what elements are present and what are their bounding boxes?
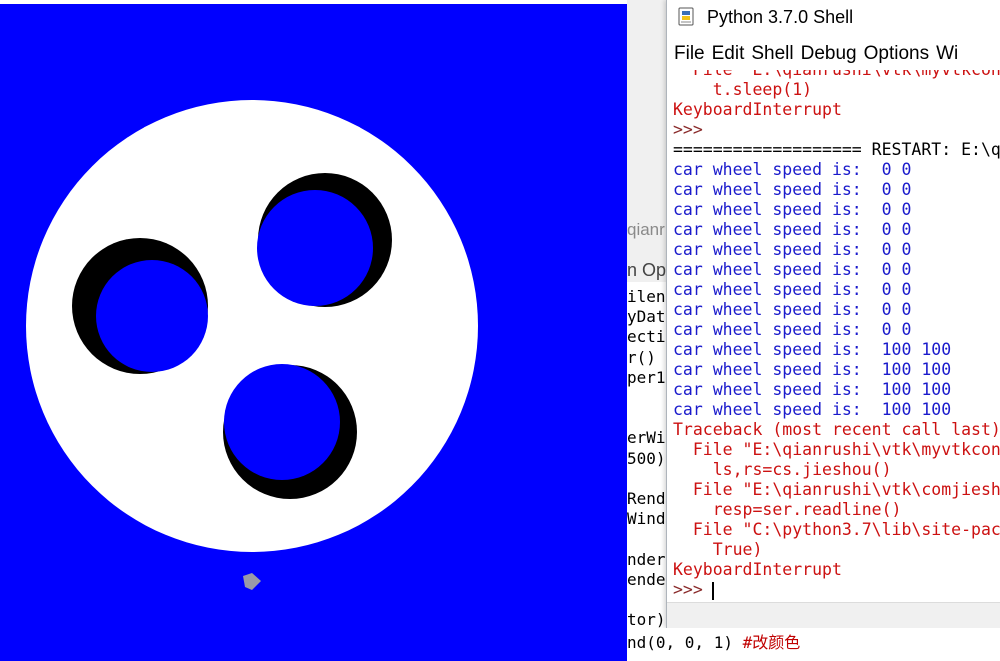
hole-top	[257, 190, 373, 306]
shell-output-line: >>>	[673, 580, 713, 599]
editor-code-line: ende	[627, 569, 666, 589]
shell-output-line: car wheel speed is: 100 100	[673, 360, 952, 379]
python-app-icon	[678, 7, 694, 26]
editor-code-line: yDat	[627, 307, 666, 327]
editor-code-line: r()	[627, 347, 656, 367]
shell-titlebar[interactable]: Python 3.7.0 Shell	[667, 0, 1000, 36]
shell-output-line: KeyboardInterrupt	[673, 100, 842, 119]
menu-file[interactable]: File	[674, 43, 705, 64]
shell-output-line: car wheel speed is: 100 100	[673, 400, 952, 419]
shell-output-line: File "E:\qianrushi\vtk\myvtkcon	[673, 70, 1000, 80]
editor-code-line: Wind	[627, 509, 666, 529]
menu-edit[interactable]: Edit	[712, 43, 745, 64]
shell-title: Python 3.7.0 Shell	[707, 7, 854, 27]
shell-output-line: car wheel speed is: 0 0	[673, 240, 912, 259]
editor-code-line: nder	[627, 549, 666, 569]
shell-output-line: car wheel speed is: 100 100	[673, 340, 952, 359]
editor-menu[interactable]: n Op	[627, 260, 666, 281]
editor-code-line: ilen	[627, 287, 666, 306]
python-shell-window[interactable]: Python 3.7.0 Shell File Edit Shell Debug Opt…	[666, 0, 1000, 628]
shell-output-line: car wheel speed is: 0 0	[673, 280, 912, 299]
editor-code-line: 500)	[627, 448, 666, 468]
editor-code-line: erWi	[627, 428, 666, 448]
shell-output-line: car wheel speed is: 0 0	[673, 160, 912, 179]
shell-output-line: car wheel speed is: 0 0	[673, 320, 912, 339]
shell-output-line: File "C:\python3.7\lib\site-pac	[673, 520, 1000, 539]
shell-output-line: =================== RESTART: E:\q	[673, 140, 1000, 159]
editor-code-last-line: nd(0, 0, 1) #改颜色	[627, 633, 801, 652]
shell-output-line: resp=ser.readline()	[673, 500, 902, 519]
text-cursor	[712, 582, 714, 600]
render-window[interactable]	[0, 0, 627, 661]
shell-menubar[interactable]: File Edit Shell Debug Options Wi	[667, 40, 1000, 68]
shell-output-line: True)	[673, 540, 763, 559]
shell-output-line: t.sleep(1)	[673, 80, 813, 99]
menu-wi[interactable]: Wi	[936, 43, 958, 64]
hole-left	[96, 260, 208, 372]
horizontal-scrollbar[interactable]	[667, 602, 1000, 628]
shell-output-line: car wheel speed is: 0 0	[673, 260, 912, 279]
shell-output-line: car wheel speed is: 0 0	[673, 200, 912, 219]
shell-output-line: Traceback (most recent call last)	[673, 420, 1000, 439]
shell-output-line: File "E:\qianrushi\vtk\myvtkcon	[673, 440, 1000, 459]
shell-output-line: File "E:\qianrushi\vtk\comjiesh	[673, 480, 1000, 499]
shell-output-line: KeyboardInterrupt	[673, 560, 842, 579]
editor-code-line: per1	[627, 367, 666, 387]
shell-output-line: car wheel speed is: 0 0	[673, 300, 912, 319]
small-marker	[243, 573, 261, 590]
editor-bottom-strip: nd(0, 0, 1) #改颜色	[627, 628, 1000, 661]
shell-output-line: car wheel speed is: 100 100	[673, 380, 952, 399]
menu-shell[interactable]: Shell	[751, 43, 793, 64]
shell-output-line: >>>	[673, 120, 703, 139]
editor-code-line: ecti	[627, 327, 666, 347]
editor-code-line: Rend	[627, 489, 666, 508]
menu-debug[interactable]: Debug	[801, 43, 857, 64]
editor-title: qianr	[627, 220, 665, 239]
hole-bottom	[224, 364, 340, 480]
menu-options[interactable]: Options	[864, 43, 929, 64]
shell-text-area[interactable]: File "E:\qianrushi\vtk\myvtkcon t.sleep(…	[667, 70, 1000, 602]
shell-output-line: car wheel speed is: 0 0	[673, 180, 912, 199]
render-canvas[interactable]	[0, 0, 627, 661]
shell-output-line: car wheel speed is: 0 0	[673, 220, 912, 239]
shell-output-line: ls,rs=cs.jieshou()	[673, 460, 892, 479]
